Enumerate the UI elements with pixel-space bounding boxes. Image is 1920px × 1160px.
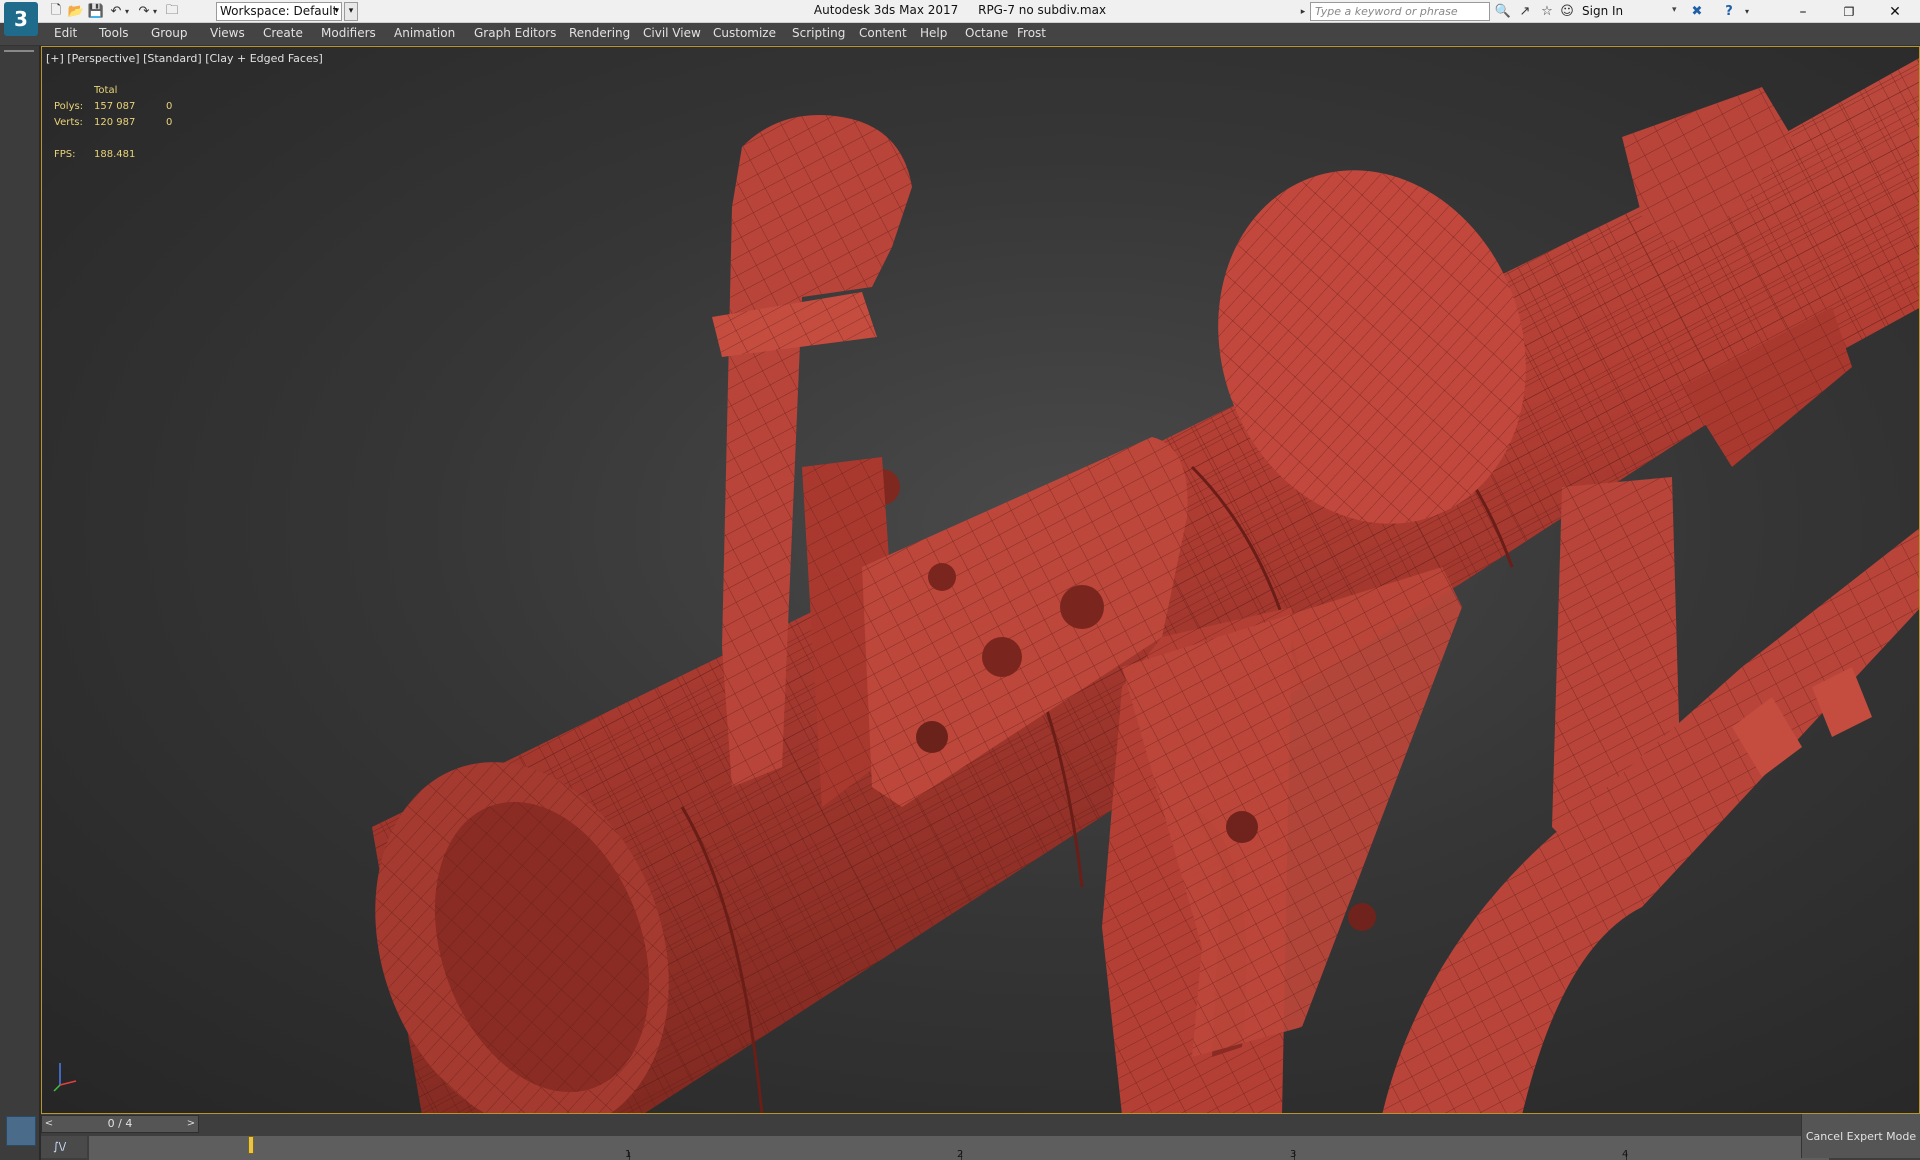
menu-scripting[interactable]: Scripting [792, 26, 845, 40]
workspace-dropdown[interactable]: Workspace: Default ▾ [216, 2, 342, 21]
undo-dropdown-icon[interactable]: ▾ [122, 2, 132, 21]
menu-octane[interactable]: Octane [965, 26, 1008, 40]
menu-content[interactable]: Content [859, 26, 907, 40]
chevron-down-icon: ▾ [334, 6, 339, 16]
menu-views[interactable]: Views [210, 26, 245, 40]
new-file-icon[interactable]: 🗋 [46, 2, 66, 21]
menu-bar: Edit Tools Group Views Create Modifiers … [0, 23, 1920, 46]
help-dropdown-icon[interactable]: ▾ [1738, 3, 1756, 20]
stats-header: Total [94, 85, 118, 96]
redo-dropdown-icon[interactable]: ▾ [150, 2, 160, 21]
polys-total: 157 087 [94, 101, 136, 112]
viewport-thumbnail-icon[interactable] [6, 1116, 36, 1146]
menu-edit[interactable]: Edit [54, 26, 77, 40]
cancel-expert-mode-button[interactable]: Cancel Expert Mode [1801, 1114, 1920, 1158]
polys-label: Polys: [54, 101, 84, 112]
user-icon: ☺ [1560, 4, 1574, 19]
open-file-icon[interactable]: 📂 [66, 2, 86, 21]
tick-label-3: 3 [1290, 1149, 1297, 1160]
minimize-button[interactable]: – [1780, 0, 1826, 23]
title-bar: 🗋 📂 💾 ↶ ▾ ↷ ▾ 🗀 Workspace: Default ▾ ▾ A… [0, 0, 1920, 23]
menu-rendering[interactable]: Rendering [569, 26, 630, 40]
favorites-star-icon[interactable]: ☆ [1538, 3, 1556, 20]
viewport-label[interactable]: [+] [Perspective] [Standard] [Clay + Edg… [46, 52, 323, 65]
fps-value: 188.481 [94, 149, 136, 160]
tick-label-4: 4 [1622, 1149, 1629, 1160]
menu-tools[interactable]: Tools [99, 26, 129, 40]
app-logo[interactable]: 3 [4, 2, 38, 36]
restore-button[interactable]: ❐ [1826, 0, 1872, 23]
search-input[interactable] [1315, 5, 1489, 18]
axis-tripod-icon [53, 1063, 77, 1092]
perspective-viewport[interactable]: [+] [Perspective] [Standard] [Clay + Edg… [41, 46, 1920, 1114]
strip-divider [4, 50, 34, 52]
app-title: Autodesk 3ds Max 2017 [813, 3, 959, 17]
save-file-icon[interactable]: 💾 [86, 2, 106, 21]
menu-animation[interactable]: Animation [394, 26, 455, 40]
time-slider-handle[interactable] [248, 1136, 254, 1154]
binoculars-icon[interactable]: 🔍 [1494, 3, 1512, 20]
polys-selected: 0 [166, 101, 173, 112]
verts-selected: 0 [166, 117, 173, 128]
file-name: RPG-7 no subdiv.max [978, 3, 1107, 17]
time-slider-bar: < 0 / 4 > ∫\/ 1 2 3 4 Cancel Expert Mode [41, 1114, 1920, 1160]
quick-access-customize-button[interactable]: ▾ [344, 2, 358, 21]
search-field[interactable] [1310, 2, 1490, 21]
autodesk-exchange-icon[interactable]: ✖ [1688, 3, 1706, 20]
tick-label-2: 2 [957, 1149, 964, 1160]
menu-graph-editors[interactable]: Graph Editors [474, 26, 556, 40]
menu-civil-view[interactable]: Civil View [643, 26, 701, 40]
left-toolbar-strip: ▶ [0, 46, 40, 1160]
prev-frame-button[interactable]: < [42, 1116, 56, 1132]
verts-label: Verts: [54, 117, 83, 128]
menu-create[interactable]: Create [263, 26, 303, 40]
frame-counter: 0 / 4 [107, 1117, 133, 1130]
sign-in-dropdown-icon[interactable]: ▾ [1672, 5, 1677, 15]
menu-group[interactable]: Group [151, 26, 188, 40]
verts-total: 120 987 [94, 117, 136, 128]
menu-modifiers[interactable]: Modifiers [321, 26, 376, 40]
help-icon[interactable]: ? [1720, 3, 1738, 20]
close-button[interactable]: ✕ [1872, 0, 1918, 23]
statistics-overlay: Total Polys: 157 087 0 Verts: 120 987 0 … [54, 83, 172, 163]
curve-editor-button[interactable]: ∫\/ [41, 1136, 87, 1158]
fps-label: FPS: [54, 149, 76, 160]
next-frame-button[interactable]: > [184, 1116, 198, 1132]
menu-frost[interactable]: Frost [1017, 26, 1046, 40]
menu-help[interactable]: Help [920, 26, 947, 40]
workspace-label: Workspace: Default [220, 4, 338, 18]
communication-center-icon[interactable]: ↗ [1516, 3, 1534, 20]
track-bar[interactable]: 1 2 3 4 [89, 1136, 1829, 1160]
menu-customize[interactable]: Customize [713, 26, 776, 40]
rpg7-model-render [372, 58, 1919, 1113]
project-folder-icon[interactable]: 🗀 [162, 2, 182, 21]
frame-slider[interactable]: < 0 / 4 > [41, 1115, 199, 1133]
sign-in-button[interactable]: Sign In [1582, 4, 1623, 18]
tick-label-1: 1 [625, 1149, 632, 1160]
